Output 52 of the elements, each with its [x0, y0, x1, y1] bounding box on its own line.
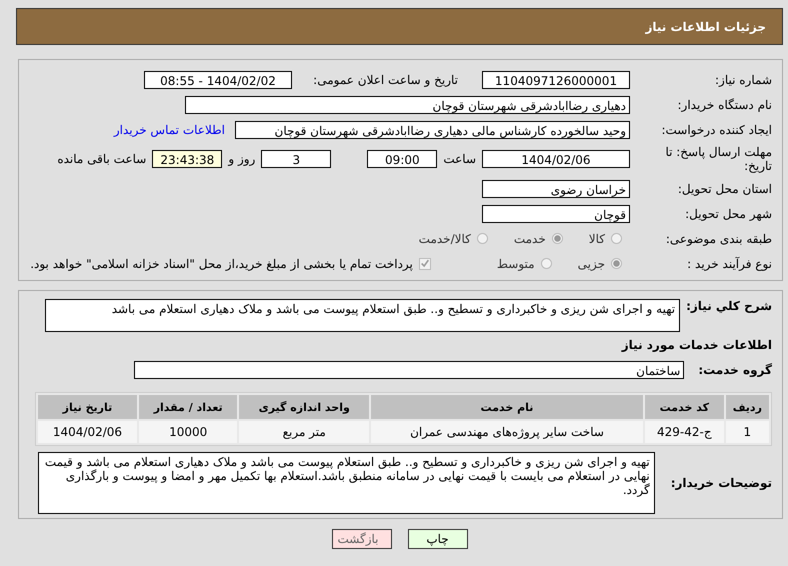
- payment-checkbox-label: پرداخت تمام یا بخشی از مبلغ خرید،از محل "اسناد خزانه اسلامی" خواهد بود.: [30, 256, 413, 270]
- field-label: توضیحات خریدار:: [670, 476, 772, 490]
- remaining-time-field: 23:43:38: [152, 150, 222, 168]
- process-radio[interactable]: متوسط: [496, 256, 552, 270]
- payment-checkbox[interactable]: [418, 258, 431, 270]
- header-title: جزئیات اطلاعات نیاز: [645, 20, 766, 34]
- section-title: اطلاعات خدمات مورد نیاز: [622, 338, 772, 352]
- table-cell: ساخت سایر پروژه‌های مهندسی عمران: [370, 421, 644, 443]
- field-label: شهر محل تحویل:: [684, 206, 772, 220]
- announce-date-field: 1404/02/02 - 08:55: [144, 70, 292, 88]
- column-header: ردیف: [726, 395, 769, 419]
- column-header: نام خدمت: [370, 395, 644, 419]
- remaining-label: ساعت باقی مانده: [57, 152, 146, 166]
- field-label: نام دستگاه خریدار:: [676, 98, 772, 112]
- field-label: شرح كلي نياز:: [686, 299, 772, 313]
- action-button[interactable]: چاپ: [408, 529, 468, 549]
- province-field: خراسان رضوی: [482, 180, 630, 198]
- buyer-notes-textarea[interactable]: تهیه و اجرای شن ریزی و خاکبرداری و تسطیح و.. طبق استعلام پیوست می باشد و ملاک دهیاری استعلام می باشد و قیمت نهایی در استعلام می بایست با قیمت نهایی در سامانه منطبق باشد.استعلام بها تکمیل مهر و امضا و پیوست و بارگذاری گردد.: [38, 452, 655, 514]
- table-cell: ج-42-429: [645, 421, 724, 443]
- service-group-field: ساختمان: [134, 360, 684, 378]
- need-number-field: 1104097126000001: [482, 70, 630, 88]
- table-cell: 10000: [138, 421, 238, 443]
- process-radio[interactable]: جزیی: [578, 256, 622, 270]
- action-button[interactable]: بازگشت: [332, 529, 392, 549]
- summary-textarea[interactable]: تهیه و اجرای شن ریزی و خاکبرداری و تسطیح و.. طبق استعلام پیوست می باشد و ملاک دهیاری استعلام می باشد: [45, 299, 680, 332]
- days-label: روز و: [228, 152, 256, 166]
- field-label: استان محل تحویل:: [676, 182, 772, 196]
- field-label: مهلت ارسال پاسخ: تا تاریخ:: [664, 145, 772, 173]
- column-header: تعداد / مقدار: [138, 395, 238, 419]
- column-header: تاریخ نیاز: [38, 395, 137, 419]
- field-label: تاریخ و ساعت اعلان عمومی:: [312, 72, 459, 86]
- buyer-org-field: دهیاری رضاابادشرقی شهرستان قوچان: [185, 96, 630, 114]
- category-radio[interactable]: خدمت: [514, 232, 563, 246]
- field-label: شماره نیاز:: [714, 72, 772, 86]
- field-label: طبقه بندی موضوعی:: [664, 232, 772, 246]
- category-radio[interactable]: کالا: [588, 232, 622, 246]
- table-cell: 1404/02/06: [38, 421, 137, 443]
- time-label: ساعت: [443, 152, 476, 166]
- column-header: واحد اندازه گیری: [239, 395, 369, 419]
- table-cell: 1: [726, 421, 769, 443]
- field-label: گروه خدمت:: [698, 362, 772, 376]
- deadline-time-field: 09:00: [367, 150, 438, 168]
- field-label: نوع فرآیند خرید :: [686, 256, 772, 270]
- buyer-contact-link[interactable]: اطلاعات تماس خریدار: [114, 122, 225, 136]
- city-field: قوچان: [482, 204, 630, 222]
- column-header: کد خدمت: [645, 395, 724, 419]
- category-radio[interactable]: کالا/خدمت: [418, 232, 488, 246]
- table-cell: متر مربع: [239, 421, 369, 443]
- field-label: ایجاد کننده درخواست:: [660, 122, 772, 136]
- days-field: 3: [261, 150, 332, 168]
- deadline-date-field: 1404/02/06: [482, 150, 630, 168]
- requester-field: وحید سالخورده کارشناس مالی دهیاری رضاابادشرقی شهرستان قوچان: [235, 120, 630, 138]
